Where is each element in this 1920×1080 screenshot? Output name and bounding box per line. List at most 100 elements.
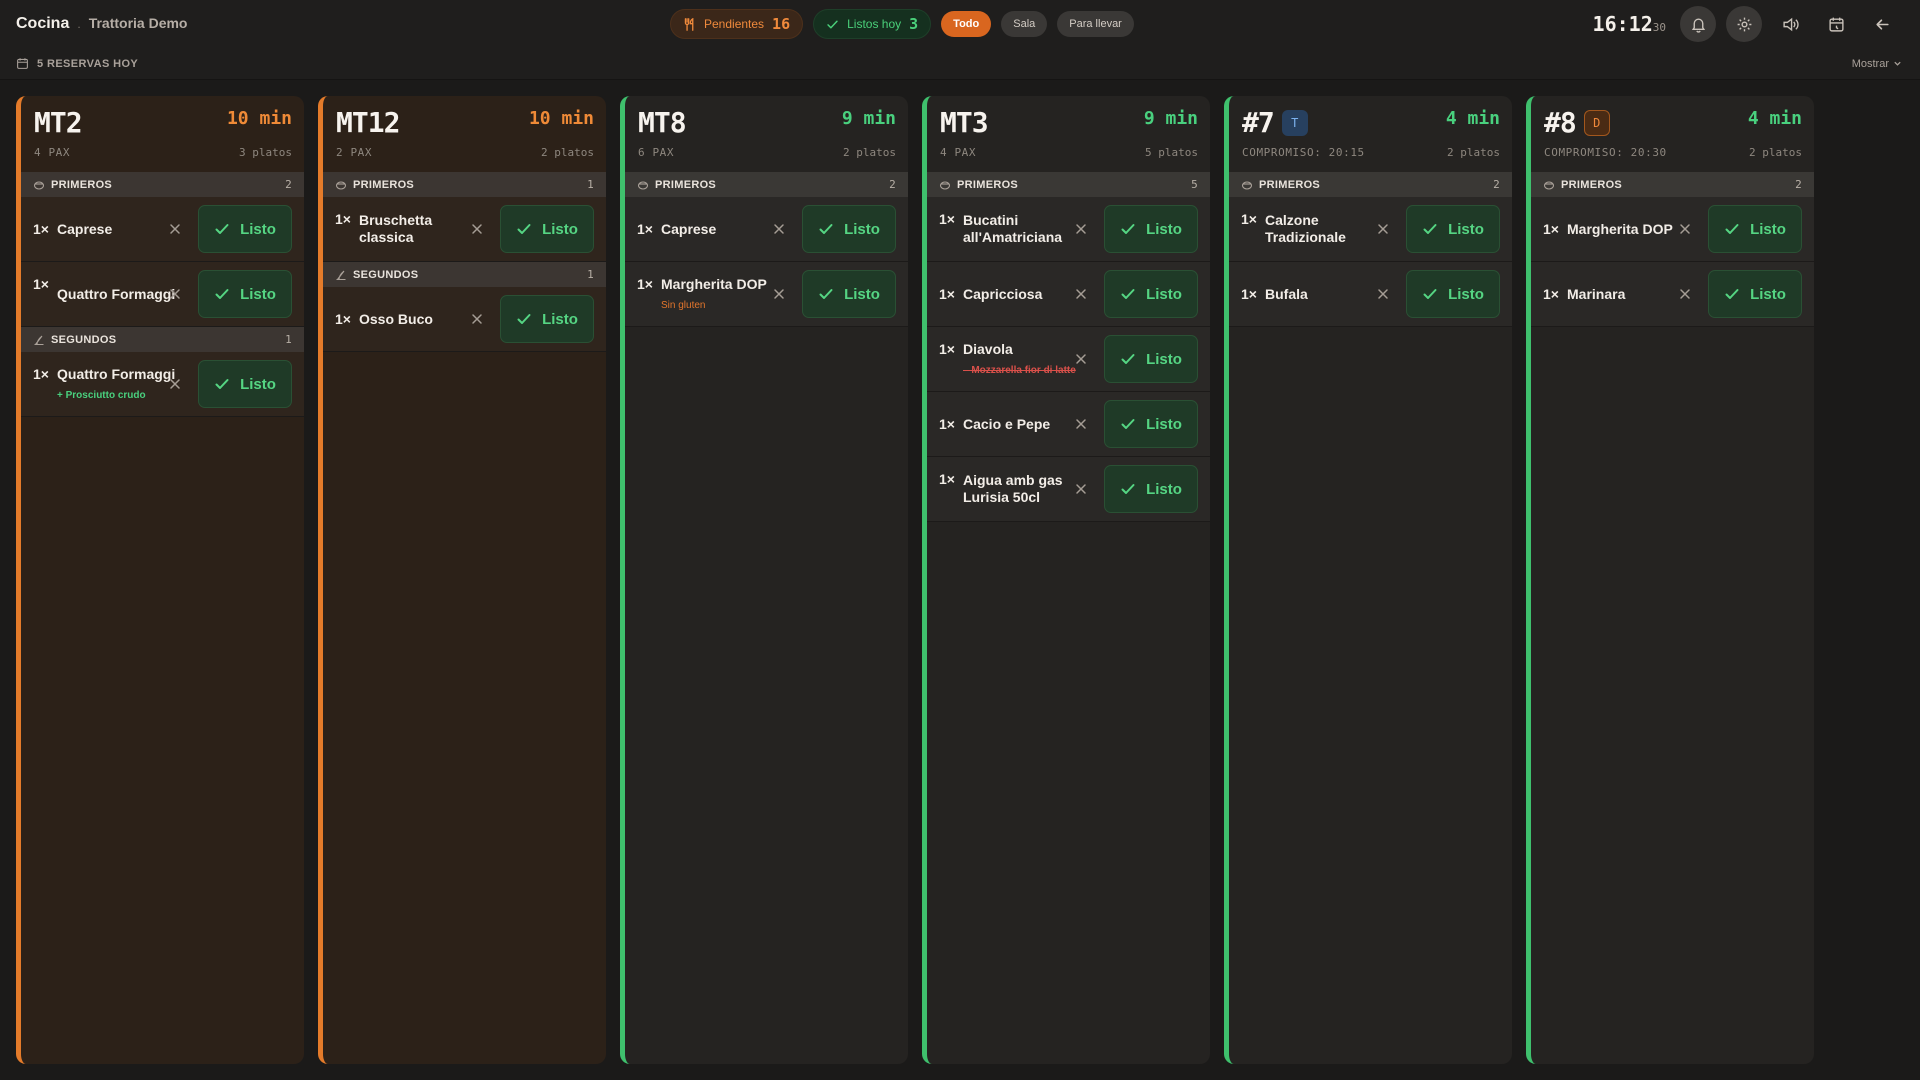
mark-ready-button[interactable]: Listo — [1708, 270, 1802, 318]
ticket-card[interactable]: MT3 9 min 4 PAX 5 platos PRIMEROS 5 1× Bucatini… — [922, 96, 1210, 1064]
ticket-subtitle: 2 PAX — [336, 146, 373, 159]
reservations-button[interactable] — [1818, 6, 1854, 42]
remove-item-button[interactable] — [1071, 284, 1091, 304]
order-item: 1× Diavola – Mozzarella fior di latte Listo — [927, 327, 1210, 392]
ticket-subtitle: 4 PAX — [34, 146, 71, 159]
remove-item-button[interactable] — [1071, 479, 1091, 499]
close-icon — [1377, 223, 1389, 235]
mark-ready-button[interactable]: Listo — [500, 205, 594, 253]
course-count: 5 — [1191, 178, 1198, 191]
mark-ready-button[interactable]: Listo — [198, 270, 292, 318]
reservations-today[interactable]: 5 RESERVAS HOY — [16, 57, 138, 70]
ready-button-label: Listo — [240, 220, 276, 238]
mark-ready-button[interactable]: Listo — [1406, 270, 1500, 318]
clock-hours-minutes: 16:12 — [1592, 12, 1653, 36]
remove-item-button[interactable] — [769, 284, 789, 304]
ticket-card[interactable]: MT12 10 min 2 PAX 2 platos PRIMEROS 1 1× Brusch… — [318, 96, 606, 1064]
close-icon — [169, 288, 181, 300]
remove-item-button[interactable] — [1373, 219, 1393, 239]
order-item: 1× Quattro Formaggi Listo — [21, 262, 304, 327]
item-quantity: 1× — [335, 211, 351, 227]
status-and-filters: Pendientes 16 Listos hoy 3 Todo Sala Par… — [670, 8, 1134, 40]
mark-ready-button[interactable]: Listo — [802, 205, 896, 253]
right-controls: 16:1230 — [1593, 6, 1900, 42]
ticket-header: #8 D 4 min COMPROMISO: 20:30 2 platos — [1531, 96, 1814, 172]
elapsed-time: 9 min — [841, 108, 896, 129]
remove-item-button[interactable] — [1675, 219, 1695, 239]
check-icon — [1724, 221, 1740, 237]
pending-counter[interactable]: Pendientes 16 — [670, 9, 804, 39]
item-body: Bucatini all'Amatriciana — [963, 212, 1083, 246]
item-body: Aigua amb gas Lurisia 50cl — [963, 472, 1083, 506]
check-icon — [214, 286, 230, 302]
mark-ready-button[interactable]: Listo — [1708, 205, 1802, 253]
close-icon — [1075, 353, 1087, 365]
course-name: PRIMEROS — [655, 178, 717, 191]
plates-count: 3 platos — [239, 146, 292, 159]
filter-sala[interactable]: Sala — [1001, 11, 1048, 37]
remove-item-button[interactable] — [1071, 219, 1091, 239]
elapsed-time: 4 min — [1445, 108, 1500, 129]
remove-item-button[interactable] — [165, 219, 185, 239]
back-button[interactable] — [1864, 6, 1900, 42]
item-body: Caprese — [661, 221, 781, 238]
mark-ready-button[interactable]: Listo — [198, 360, 292, 408]
remove-item-button[interactable] — [467, 309, 487, 329]
order-item: 1× Bruschetta classica Listo — [323, 197, 606, 262]
filter-todo[interactable]: Todo — [941, 11, 992, 37]
mark-ready-button[interactable]: Listo — [1104, 270, 1198, 318]
item-quantity: 1× — [637, 221, 653, 237]
course-count: 1 — [285, 333, 292, 346]
check-icon — [818, 286, 834, 302]
elapsed-time: 10 min — [226, 108, 292, 129]
item-quantity: 1× — [1543, 221, 1559, 237]
mark-ready-button[interactable]: Listo — [1406, 205, 1500, 253]
course-name: PRIMEROS — [353, 178, 415, 191]
plates-count: 5 platos — [1145, 146, 1198, 159]
course-name: PRIMEROS — [1561, 178, 1623, 191]
settings-button[interactable] — [1726, 6, 1762, 42]
check-icon — [1120, 221, 1136, 237]
chevron-down-icon — [1894, 61, 1901, 66]
notifications-button[interactable] — [1680, 6, 1716, 42]
remove-item-button[interactable] — [1071, 414, 1091, 434]
remove-item-button[interactable] — [165, 374, 185, 394]
item-quantity: 1× — [1241, 211, 1257, 227]
mark-ready-button[interactable]: Listo — [1104, 465, 1198, 513]
mark-ready-button[interactable]: Listo — [500, 295, 594, 343]
ticket-card[interactable]: #7 T 4 min COMPROMISO: 20:15 2 platos PRIMERO… — [1224, 96, 1512, 1064]
ready-today-counter[interactable]: Listos hoy 3 — [813, 9, 932, 39]
ready-button-label: Listo — [1146, 415, 1182, 433]
plates-count: 2 platos — [541, 146, 594, 159]
filter-para-llevar[interactable]: Para llevar — [1057, 11, 1134, 37]
mark-ready-button[interactable]: Listo — [198, 205, 292, 253]
gear-icon — [1737, 17, 1751, 31]
mark-ready-button[interactable]: Listo — [1104, 335, 1198, 383]
order-item: 1× Quattro Formaggi + Prosciutto crudo List… — [21, 352, 304, 417]
mark-ready-button[interactable]: Listo — [802, 270, 896, 318]
ready-count: 3 — [909, 15, 919, 33]
course-count: 2 — [1493, 178, 1500, 191]
speaker-icon — [1782, 17, 1799, 31]
sound-button[interactable] — [1772, 6, 1808, 42]
remove-item-button[interactable] — [467, 219, 487, 239]
mark-ready-button[interactable]: Listo — [1104, 205, 1198, 253]
mark-ready-button[interactable]: Listo — [1104, 400, 1198, 448]
ticket-card[interactable]: MT2 10 min 4 PAX 3 platos PRIMEROS 2 1× Caprese… — [16, 96, 304, 1064]
show-dropdown[interactable]: Mostrar — [1852, 58, 1902, 70]
ticket-header: MT8 9 min 6 PAX 2 platos — [625, 96, 908, 172]
ticket-card[interactable]: MT8 9 min 6 PAX 2 platos PRIMEROS 2 1× Caprese L… — [620, 96, 908, 1064]
ticket-card[interactable]: #8 D 4 min COMPROMISO: 20:30 2 platos PRIMERO… — [1526, 96, 1814, 1064]
remove-item-button[interactable] — [165, 284, 185, 304]
remove-item-button[interactable] — [1373, 284, 1393, 304]
item-body: Quattro Formaggi — [57, 286, 177, 303]
check-icon — [1422, 221, 1438, 237]
remove-item-button[interactable] — [769, 219, 789, 239]
check-icon — [214, 376, 230, 392]
course-count: 2 — [1795, 178, 1802, 191]
ticket-subtitle: 4 PAX — [940, 146, 977, 159]
dish-icon — [34, 335, 44, 345]
remove-item-button[interactable] — [1675, 284, 1695, 304]
remove-item-button[interactable] — [1071, 349, 1091, 369]
bell-icon — [1691, 18, 1705, 33]
